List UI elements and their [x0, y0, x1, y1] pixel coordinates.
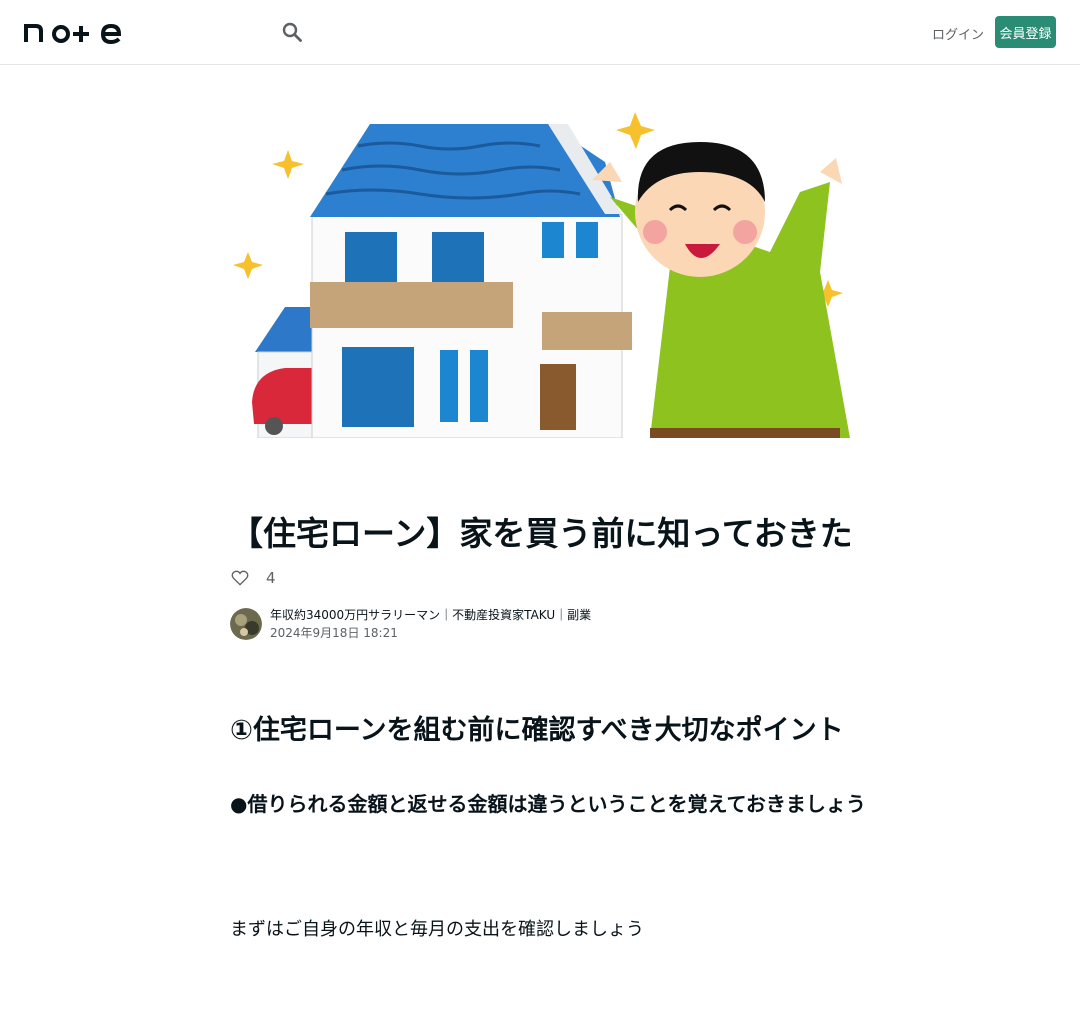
author-block: 年収約34000万円サラリーマン｜不動産投資家TAKU｜副業 2024年9月18…	[230, 606, 591, 642]
login-link[interactable]: ログイン	[932, 24, 984, 43]
author-meta: 年収約34000万円サラリーマン｜不動産投資家TAKU｜副業 2024年9月18…	[270, 606, 591, 642]
search-button[interactable]	[280, 20, 304, 44]
author-name[interactable]: 年収約34000万円サラリーマン｜不動産投資家TAKU｜副業	[270, 606, 591, 624]
hero-image	[230, 102, 850, 438]
like-row: 4	[230, 566, 276, 590]
bullet-point: ●借りられる金額と返せる金額は違うということを覚えておきましょう	[230, 792, 866, 816]
like-count: 4	[266, 569, 276, 587]
avatar[interactable]	[230, 608, 262, 640]
section-heading: ①住宅ローンを組む前に確認すべき大切なポイント	[230, 715, 844, 746]
post-date: 2024年9月18日 18:21	[270, 626, 398, 640]
article-title: 【住宅ローン】家を買う前に知っておきたいお金の話【必読】	[230, 514, 850, 553]
body-paragraph: まずはご自身の年収と毎月の支出を確認しましょう	[230, 919, 644, 940]
signup-button[interactable]: 会員登録	[995, 16, 1056, 48]
note-logo[interactable]	[24, 20, 124, 44]
heart-outline-icon[interactable]	[230, 568, 250, 588]
global-header: ログイン 会員登録	[0, 0, 1080, 65]
search-icon	[282, 22, 302, 42]
